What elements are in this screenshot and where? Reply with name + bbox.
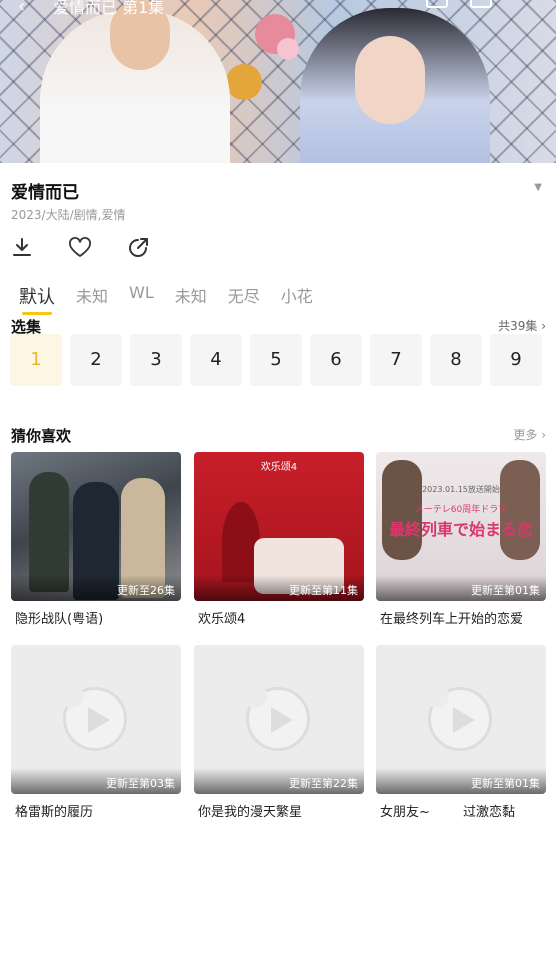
poster-image: 欢乐颂4 更新至第11集 (194, 452, 364, 601)
favorite-heart-icon[interactable] (68, 236, 92, 260)
video-placeholder-icon (425, 684, 492, 751)
episode-button[interactable]: 5 (250, 334, 302, 386)
video-placeholder-icon (243, 684, 310, 751)
tab-source[interactable]: 小花 (281, 283, 313, 309)
update-badge: 更新至第22集 (289, 777, 358, 790)
tab-source[interactable]: 未知 (76, 283, 108, 309)
update-badge: 更新至26集 (117, 584, 175, 597)
recommend-title: 你是我的漫天繁星 (198, 805, 303, 820)
recommend-title: 隐形战队(粤语) (15, 612, 104, 627)
recommend-card[interactable]: 欢乐颂4 更新至第11集 欢乐颂4 (194, 452, 364, 627)
poster-placeholder: 更新至第22集 (194, 645, 364, 794)
episode-button[interactable]: 6 (310, 334, 362, 386)
poster-title-text: 最終列車で始まる恋 (388, 520, 533, 539)
recommend-card[interactable]: 更新至第22集 你是我的漫天繁星 (194, 645, 364, 820)
recommend-card[interactable]: 更新至26集 隐形战队(粤语) (11, 452, 181, 627)
episode-button[interactable]: 4 (190, 334, 242, 386)
update-badge: 更新至第01集 (471, 777, 540, 790)
tab-source[interactable]: 无尽 (228, 283, 260, 309)
episode-button[interactable]: 3 (130, 334, 182, 386)
video-player[interactable]: ‹ 爱情而已 第1集 ⋯ (0, 0, 556, 163)
episodes-total-label: 共39集 (498, 319, 538, 333)
player-topbar: ‹ 爱情而已 第1集 ⋯ (0, 0, 556, 17)
update-badge: 更新至第11集 (289, 584, 358, 597)
tab-source[interactable]: 未知 (175, 283, 207, 309)
decor-ball (226, 64, 262, 100)
decor-ball (277, 38, 299, 60)
poster-placeholder: 更新至第01集 (376, 645, 546, 794)
chevron-right-icon: › (541, 319, 546, 333)
action-row (10, 236, 150, 260)
tab-source[interactable]: WL (129, 283, 154, 309)
download-icon[interactable] (10, 236, 34, 260)
chevron-right-icon: › (541, 428, 546, 442)
expand-caret-icon[interactable]: ▼ (534, 182, 542, 193)
episode-button[interactable]: 1 (10, 334, 62, 386)
player-title: 爱情而已 第1集 (53, 0, 165, 17)
poster-placeholder: 更新至第03集 (11, 645, 181, 794)
update-badge: 更新至第01集 (471, 584, 540, 597)
recommend-title: 格雷斯的履历 (15, 805, 94, 820)
poster-subtext: 2023.01.15放送開始 (422, 485, 500, 494)
more-icon[interactable]: ⋯ (514, 0, 536, 8)
episodes-total-link[interactable]: 共39集 › (498, 317, 546, 334)
show-title: 爱情而已 (11, 183, 79, 203)
share-icon[interactable] (126, 236, 150, 260)
recommend-title: 女朋友~ 过激恋黏 (380, 805, 515, 820)
recommend-more-link[interactable]: 更多 › (513, 426, 546, 443)
recommend-card[interactable]: 更新至第01集 女朋友~ 过激恋黏 (376, 645, 546, 820)
episode-list: 123456789 (10, 334, 556, 386)
update-badge: 更新至第03集 (106, 777, 175, 790)
poster-title-text: 欢乐颂4 (260, 462, 298, 473)
recommend-section-title: 猜你喜欢 (11, 427, 72, 445)
recommend-card[interactable]: 更新至第03集 格雷斯的履历 (11, 645, 181, 820)
tab-source-default[interactable]: 默认 (19, 283, 55, 315)
more-label: 更多 (513, 428, 538, 442)
poster-image: 更新至26集 (11, 452, 181, 601)
episode-button[interactable]: 9 (490, 334, 542, 386)
recommend-title: 在最终列车上开始的恋爱 (380, 612, 524, 627)
back-arrow-icon[interactable]: ‹ (18, 0, 25, 17)
show-meta: 2023/大陆/剧情,爱情 (11, 208, 126, 222)
recommend-title: 欢乐颂4 (198, 612, 246, 627)
episode-button[interactable]: 2 (70, 334, 122, 386)
poster-image: 2023.01.15放送開始 メーテレ60周年ドラマ 最終列車で始まる恋 更新至… (376, 452, 546, 601)
pip-icon[interactable] (426, 0, 448, 8)
tv-cast-icon[interactable] (470, 0, 492, 8)
video-placeholder-icon (60, 684, 127, 751)
poster-subtext: メーテレ60周年ドラマ (414, 505, 508, 515)
recommend-card[interactable]: 2023.01.15放送開始 メーテレ60周年ドラマ 最終列車で始まる恋 更新至… (376, 452, 546, 627)
episode-button[interactable]: 8 (430, 334, 482, 386)
episode-button[interactable]: 7 (370, 334, 422, 386)
source-tabs: 默认 未知 WL 未知 无尽 小花 (19, 283, 334, 315)
